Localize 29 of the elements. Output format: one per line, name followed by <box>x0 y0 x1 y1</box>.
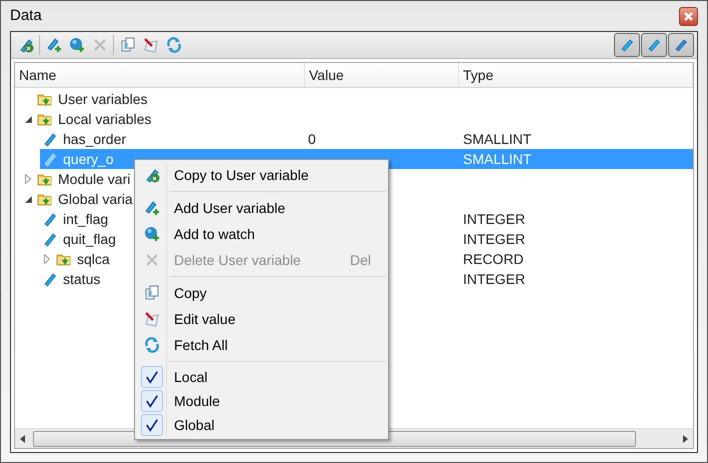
menu-label: Fetch All <box>174 336 229 354</box>
item-name: Local variables <box>58 110 152 128</box>
item-name: Global varia <box>58 190 133 208</box>
menu-label: Edit value <box>174 310 236 328</box>
menu-label: Add User variable <box>174 198 286 218</box>
type-cell-text: INTEGER <box>462 210 526 228</box>
type-cell-text: SMALLINT <box>462 130 532 148</box>
menu-label: Copy to User variable <box>174 166 310 185</box>
item-name: int_flag <box>63 210 108 229</box>
item-name: User variables <box>58 90 148 108</box>
value-cell-text: 0 <box>307 130 317 148</box>
menu-label: Local <box>174 368 208 386</box>
type-cell-text: INTEGER <box>462 270 526 288</box>
item-name: has_order <box>63 130 126 149</box>
shortcut-label: Del <box>350 250 371 270</box>
item-name: quit_flag <box>63 230 116 249</box>
menu-label: Module <box>174 392 221 410</box>
menu-label: Add to watch <box>174 224 256 244</box>
type-cell-text: RECORD <box>462 250 525 268</box>
item-name: query_o <box>63 150 114 169</box>
item-name: status <box>63 270 100 288</box>
item-name: Module vari <box>58 170 130 188</box>
menu-label: Delete User variable <box>174 250 302 270</box>
item-name: sqlca <box>77 250 110 269</box>
window-title: Data <box>10 6 42 26</box>
menu-label: Global <box>174 416 216 434</box>
type-cell: SMALLINT <box>459 149 693 169</box>
menu-label: Copy <box>174 284 208 303</box>
type-cell-text: INTEGER <box>462 230 526 248</box>
